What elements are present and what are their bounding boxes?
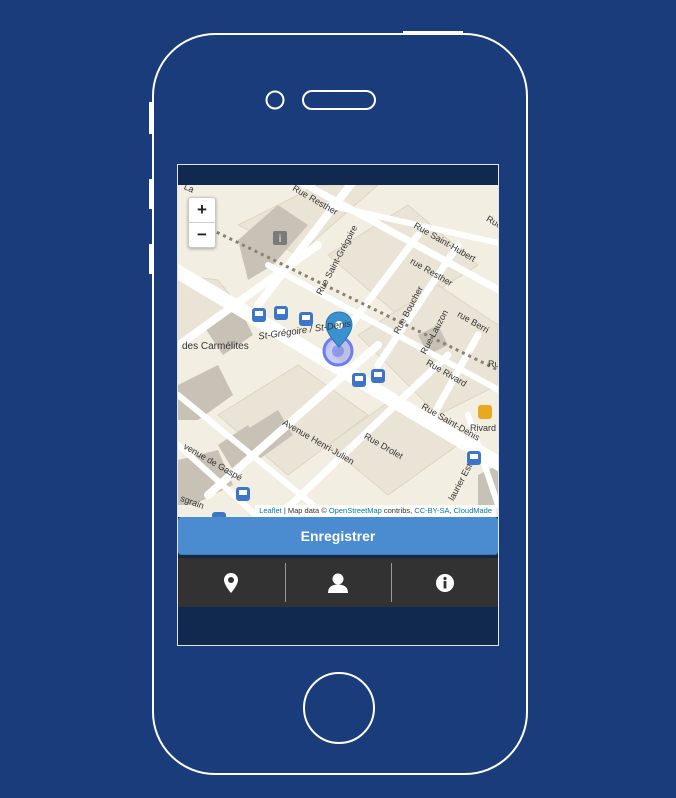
mute-switch: [149, 102, 153, 134]
tab-location[interactable]: [178, 558, 285, 607]
svg-text:i: i: [279, 234, 282, 245]
tab-info[interactable]: [391, 558, 498, 607]
tab-bar: [178, 557, 498, 608]
user-icon: [328, 573, 348, 593]
map-marker-icon: [224, 572, 239, 593]
bottom-band: [178, 607, 498, 645]
map-attribution: Leaflet | Map data © OpenStreetMap contr…: [255, 505, 496, 517]
home-button: [303, 672, 375, 744]
front-camera: [265, 90, 285, 110]
speaker-grille: [302, 90, 376, 110]
app-screen: i La Rue Resther Rue Saint-Hubert Rue ru…: [177, 164, 499, 646]
cloudmade-link[interactable]: CloudMade: [454, 506, 492, 515]
attribution-text: contribs,: [381, 506, 415, 515]
attribution-text: | Map data ©: [281, 506, 329, 515]
info-icon: [435, 573, 454, 592]
zoom-control: + −: [188, 197, 216, 248]
leaflet-link[interactable]: Leaflet: [259, 506, 282, 515]
map-tiles: i: [178, 185, 498, 517]
save-button[interactable]: Enregistrer: [178, 517, 498, 555]
status-bar: [178, 165, 498, 185]
volume-down-button: [149, 244, 153, 274]
volume-up-button: [149, 179, 153, 209]
map-view[interactable]: i La Rue Resther Rue Saint-Hubert Rue ru…: [178, 185, 498, 517]
power-button: [403, 31, 463, 35]
cc-by-sa-link[interactable]: CC-BY-SA: [414, 506, 449, 515]
zoom-out-button[interactable]: −: [189, 222, 215, 247]
zoom-in-button[interactable]: +: [189, 198, 215, 222]
tab-profile[interactable]: [284, 558, 392, 607]
osm-link[interactable]: OpenStreetMap: [329, 506, 382, 515]
